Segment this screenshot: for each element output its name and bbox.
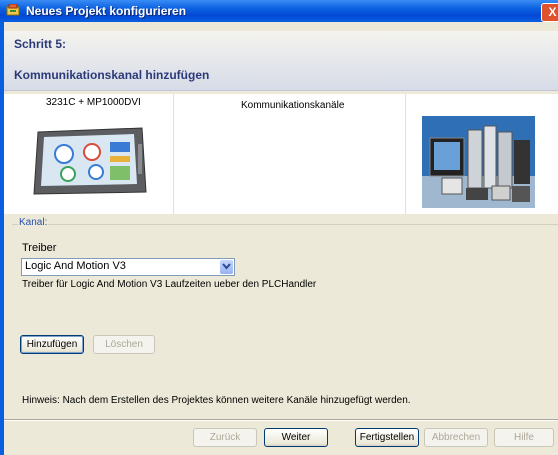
header-divider: [4, 90, 558, 91]
help-button-label: Hilfe: [513, 432, 534, 443]
panel-divider: [173, 94, 174, 214]
window-title: Neues Projekt konfigurieren: [26, 4, 187, 18]
driver-select-value: Logic And Motion V3: [25, 260, 126, 272]
back-button[interactable]: Zurück: [193, 428, 257, 447]
products-image: [422, 116, 535, 208]
chevron-down-icon: [222, 263, 231, 270]
close-button[interactable]: X: [541, 3, 558, 22]
wizard-app-icon: [6, 4, 20, 16]
cancel-button[interactable]: Abbrechen: [424, 428, 488, 447]
wizard-header: Schritt 5: Kommunikationskanal hinzufüge…: [4, 31, 558, 91]
cancel-button-label: Abbrechen: [431, 432, 481, 443]
hint-text: Hinweis: Nach dem Erstellen des Projekte…: [22, 395, 411, 406]
back-button-label: Zurück: [209, 432, 241, 443]
finish-button[interactable]: Fertigstellen: [355, 428, 419, 447]
add-channel-button-label: Hinzufügen: [26, 339, 78, 350]
driver-dropdown-button[interactable]: [220, 260, 233, 274]
channels-label: Kommunikationskanäle: [241, 100, 345, 111]
add-channel-button[interactable]: Hinzufügen: [20, 335, 84, 354]
help-button[interactable]: Hilfe: [494, 428, 554, 447]
next-button-label: Weiter: [281, 432, 311, 443]
next-button[interactable]: Weiter: [264, 428, 328, 447]
panel-divider: [405, 94, 406, 214]
close-icon: X: [548, 5, 557, 19]
driver-label: Treiber: [22, 242, 57, 254]
image-panels: 3231C + MP1000DVI Kommunikationskanäle: [4, 94, 558, 214]
page-title: Kommunikationskanal hinzufügen: [14, 68, 210, 82]
delete-channel-button[interactable]: Löschen: [93, 335, 155, 354]
channel-group: [12, 224, 558, 419]
step-label: Schritt 5:: [14, 37, 67, 51]
footer-divider-highlight: [4, 420, 558, 421]
hmi-device-image: [30, 124, 150, 197]
driver-select[interactable]: Logic And Motion V3: [21, 258, 235, 276]
finish-button-label: Fertigstellen: [359, 432, 415, 443]
title-bar[interactable]: Neues Projekt konfigurieren X: [0, 0, 558, 22]
wizard-window: Neues Projekt konfigurieren X Schritt 5:…: [0, 0, 558, 455]
channel-group-legend: Kanal:: [18, 217, 49, 228]
delete-channel-button-label: Löschen: [105, 339, 143, 350]
driver-description: Treiber für Logic And Motion V3 Laufzeit…: [22, 279, 317, 290]
device-label: 3231C + MP1000DVI: [46, 97, 141, 108]
